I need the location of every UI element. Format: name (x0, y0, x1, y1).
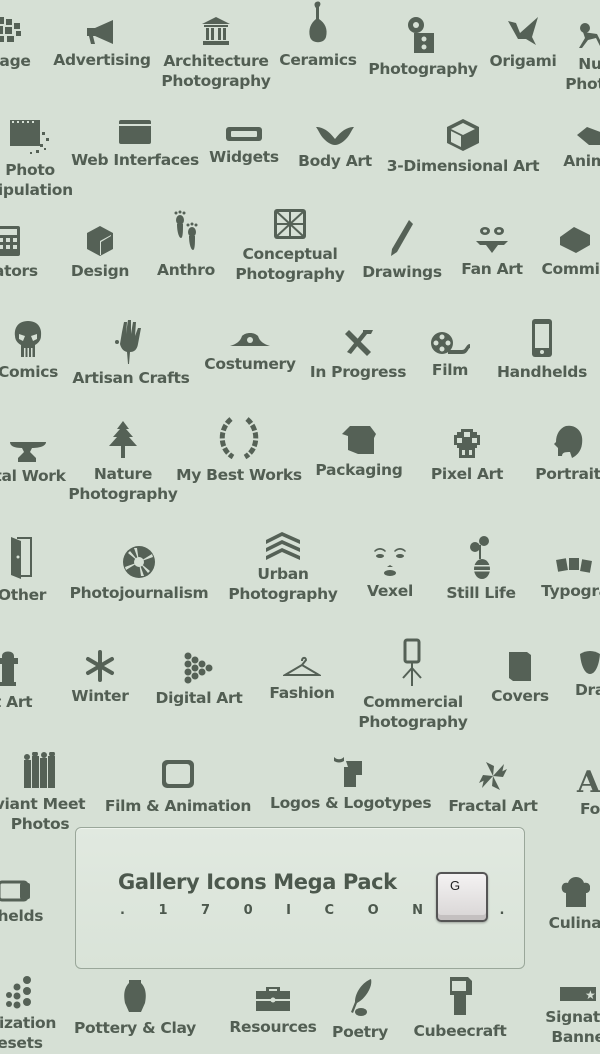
category-item[interactable]: Typogra (495, 555, 600, 601)
drama-mask-icon (510, 650, 600, 676)
box-package-icon (495, 225, 600, 255)
category-label: Film & Animation (104, 797, 252, 815)
category-item[interactable]: ★ Signatu Banne (498, 985, 600, 1047)
category-label: Nu (578, 55, 600, 73)
monkey-icon (510, 20, 600, 50)
category-label: Photography (358, 713, 468, 731)
panel-title: Gallery Icons Mega Pack (118, 870, 397, 894)
category-item[interactable]: Commis (495, 225, 600, 279)
category-item[interactable]: Anima (510, 125, 600, 171)
keyboard-key-g[interactable]: G (436, 872, 488, 922)
category-label: Photo (565, 75, 600, 93)
key-label: G (450, 878, 461, 893)
svg-text:★: ★ (585, 988, 596, 1002)
category-item[interactable]: Pottery & Clay (55, 978, 215, 1038)
phone-icon (462, 318, 600, 358)
category-label: Commis (541, 260, 600, 278)
flipbook-icon (510, 125, 600, 147)
category-item[interactable]: Nu Photo (510, 20, 600, 94)
category-label: Fo (579, 800, 600, 818)
category-label: Typogra (541, 582, 600, 600)
category-label: Handhelds (496, 363, 588, 381)
category-item[interactable]: Handhelds (462, 318, 600, 382)
category-label: nipulation (0, 181, 73, 199)
category-item[interactable]: Dra (510, 650, 600, 700)
category-label: Banne (551, 1028, 600, 1046)
letter-a-icon: A (510, 765, 600, 795)
category-label: Signatu (545, 1008, 600, 1026)
category-item[interactable]: Logos & Logotypes (270, 755, 432, 813)
category-label: Photography (68, 485, 178, 503)
woman-profile-icon (488, 424, 600, 460)
category-label: Photojournalism (69, 584, 209, 602)
category-label: Dra (574, 681, 600, 699)
category-item[interactable]: Photojournalism (59, 545, 219, 603)
aperture-icon (59, 545, 219, 579)
category-item[interactable]: A Fo (510, 765, 600, 819)
abc-blocks-icon (495, 555, 600, 577)
category-item[interactable]: Film & Animation (98, 758, 258, 816)
category-label: Portrait (535, 465, 600, 483)
category-label: Pottery & Clay (74, 1019, 196, 1037)
title-panel: Gallery Icons Mega Pack . 1 7 0 I C O N … (75, 827, 525, 969)
svg-text:A: A (576, 765, 600, 795)
urn-icon (55, 978, 215, 1014)
category-label: Anima (563, 152, 600, 170)
category-label: Logos & Logotypes (270, 794, 432, 812)
banner-star-icon: ★ (498, 985, 600, 1003)
logo-shape-icon (270, 755, 430, 789)
category-item[interactable]: Portrait (488, 424, 600, 484)
category-label: Photography (161, 72, 271, 90)
tv-icon (98, 758, 258, 792)
